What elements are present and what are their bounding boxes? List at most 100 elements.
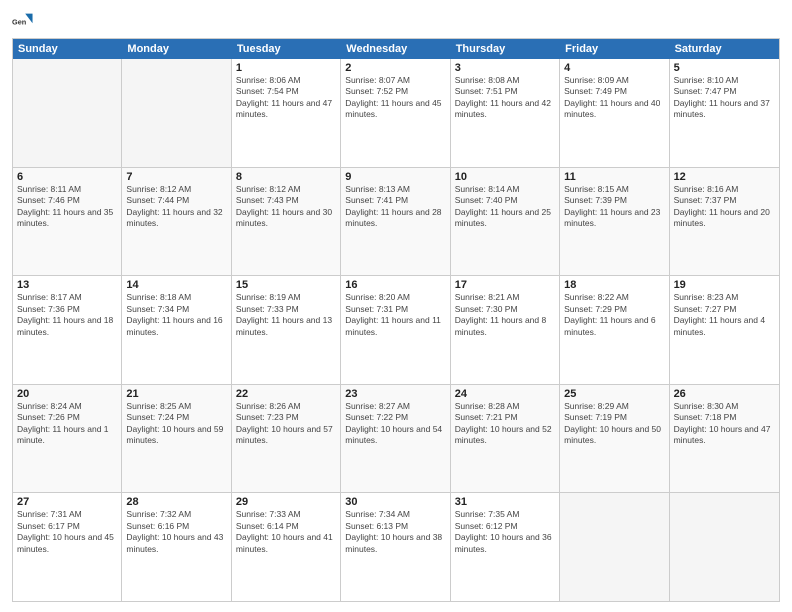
day-number: 1 — [236, 62, 336, 74]
cell-detail: Sunrise: 8:23 AM Sunset: 7:27 PM Dayligh… — [674, 292, 775, 338]
calendar-cell: 15Sunrise: 8:19 AM Sunset: 7:33 PM Dayli… — [232, 276, 341, 384]
cell-detail: Sunrise: 7:33 AM Sunset: 6:14 PM Dayligh… — [236, 509, 336, 555]
cell-detail: Sunrise: 8:12 AM Sunset: 7:44 PM Dayligh… — [126, 184, 226, 230]
day-number: 10 — [455, 171, 555, 183]
cell-detail: Sunrise: 8:09 AM Sunset: 7:49 PM Dayligh… — [564, 75, 664, 121]
day-number: 8 — [236, 171, 336, 183]
day-number: 9 — [345, 171, 445, 183]
cell-detail: Sunrise: 8:08 AM Sunset: 7:51 PM Dayligh… — [455, 75, 555, 121]
calendar-cell: 10Sunrise: 8:14 AM Sunset: 7:40 PM Dayli… — [451, 168, 560, 276]
day-number: 17 — [455, 279, 555, 291]
day-number: 30 — [345, 496, 445, 508]
calendar-cell: 26Sunrise: 8:30 AM Sunset: 7:18 PM Dayli… — [670, 385, 779, 493]
calendar-cell: 11Sunrise: 8:15 AM Sunset: 7:39 PM Dayli… — [560, 168, 669, 276]
calendar-cell — [13, 59, 122, 167]
calendar-cell: 4Sunrise: 8:09 AM Sunset: 7:49 PM Daylig… — [560, 59, 669, 167]
day-number: 12 — [674, 171, 775, 183]
cell-detail: Sunrise: 8:07 AM Sunset: 7:52 PM Dayligh… — [345, 75, 445, 121]
day-number: 5 — [674, 62, 775, 74]
calendar-row: 20Sunrise: 8:24 AM Sunset: 7:26 PM Dayli… — [13, 384, 779, 493]
day-number: 24 — [455, 388, 555, 400]
cell-detail: Sunrise: 8:28 AM Sunset: 7:21 PM Dayligh… — [455, 401, 555, 447]
calendar-cell: 31Sunrise: 7:35 AM Sunset: 6:12 PM Dayli… — [451, 493, 560, 601]
calendar-cell: 12Sunrise: 8:16 AM Sunset: 7:37 PM Dayli… — [670, 168, 779, 276]
calendar-cell: 30Sunrise: 7:34 AM Sunset: 6:13 PM Dayli… — [341, 493, 450, 601]
weekday-header: Friday — [560, 39, 669, 59]
cell-detail: Sunrise: 8:10 AM Sunset: 7:47 PM Dayligh… — [674, 75, 775, 121]
calendar-row: 1Sunrise: 8:06 AM Sunset: 7:54 PM Daylig… — [13, 59, 779, 167]
calendar-cell: 29Sunrise: 7:33 AM Sunset: 6:14 PM Dayli… — [232, 493, 341, 601]
cell-detail: Sunrise: 8:18 AM Sunset: 7:34 PM Dayligh… — [126, 292, 226, 338]
day-number: 2 — [345, 62, 445, 74]
weekday-header: Saturday — [670, 39, 779, 59]
cell-detail: Sunrise: 7:32 AM Sunset: 6:16 PM Dayligh… — [126, 509, 226, 555]
cell-detail: Sunrise: 8:14 AM Sunset: 7:40 PM Dayligh… — [455, 184, 555, 230]
day-number: 19 — [674, 279, 775, 291]
cell-detail: Sunrise: 8:25 AM Sunset: 7:24 PM Dayligh… — [126, 401, 226, 447]
calendar-row: 13Sunrise: 8:17 AM Sunset: 7:36 PM Dayli… — [13, 275, 779, 384]
cell-detail: Sunrise: 8:22 AM Sunset: 7:29 PM Dayligh… — [564, 292, 664, 338]
cell-detail: Sunrise: 8:26 AM Sunset: 7:23 PM Dayligh… — [236, 401, 336, 447]
cell-detail: Sunrise: 8:29 AM Sunset: 7:19 PM Dayligh… — [564, 401, 664, 447]
calendar-cell: 13Sunrise: 8:17 AM Sunset: 7:36 PM Dayli… — [13, 276, 122, 384]
day-number: 22 — [236, 388, 336, 400]
day-number: 13 — [17, 279, 117, 291]
cell-detail: Sunrise: 8:06 AM Sunset: 7:54 PM Dayligh… — [236, 75, 336, 121]
calendar-cell: 16Sunrise: 8:20 AM Sunset: 7:31 PM Dayli… — [341, 276, 450, 384]
page: Gen SundayMondayTuesdayWednesdayThursday… — [0, 0, 792, 612]
calendar-cell: 7Sunrise: 8:12 AM Sunset: 7:44 PM Daylig… — [122, 168, 231, 276]
day-number: 7 — [126, 171, 226, 183]
cell-detail: Sunrise: 8:13 AM Sunset: 7:41 PM Dayligh… — [345, 184, 445, 230]
cell-detail: Sunrise: 8:27 AM Sunset: 7:22 PM Dayligh… — [345, 401, 445, 447]
calendar-cell: 24Sunrise: 8:28 AM Sunset: 7:21 PM Dayli… — [451, 385, 560, 493]
cell-detail: Sunrise: 8:21 AM Sunset: 7:30 PM Dayligh… — [455, 292, 555, 338]
weekday-header: Wednesday — [341, 39, 450, 59]
cell-detail: Sunrise: 8:24 AM Sunset: 7:26 PM Dayligh… — [17, 401, 117, 447]
cell-detail: Sunrise: 7:34 AM Sunset: 6:13 PM Dayligh… — [345, 509, 445, 555]
cell-detail: Sunrise: 7:35 AM Sunset: 6:12 PM Dayligh… — [455, 509, 555, 555]
cell-detail: Sunrise: 8:16 AM Sunset: 7:37 PM Dayligh… — [674, 184, 775, 230]
calendar-cell: 22Sunrise: 8:26 AM Sunset: 7:23 PM Dayli… — [232, 385, 341, 493]
calendar-cell: 19Sunrise: 8:23 AM Sunset: 7:27 PM Dayli… — [670, 276, 779, 384]
header: Gen — [12, 10, 780, 32]
cell-detail: Sunrise: 8:30 AM Sunset: 7:18 PM Dayligh… — [674, 401, 775, 447]
calendar-cell — [122, 59, 231, 167]
calendar-cell: 5Sunrise: 8:10 AM Sunset: 7:47 PM Daylig… — [670, 59, 779, 167]
calendar-cell: 21Sunrise: 8:25 AM Sunset: 7:24 PM Dayli… — [122, 385, 231, 493]
day-number: 23 — [345, 388, 445, 400]
day-number: 3 — [455, 62, 555, 74]
calendar-cell: 3Sunrise: 8:08 AM Sunset: 7:51 PM Daylig… — [451, 59, 560, 167]
calendar-cell: 14Sunrise: 8:18 AM Sunset: 7:34 PM Dayli… — [122, 276, 231, 384]
weekday-header: Tuesday — [232, 39, 341, 59]
day-number: 27 — [17, 496, 117, 508]
weekday-header: Sunday — [13, 39, 122, 59]
calendar-cell: 28Sunrise: 7:32 AM Sunset: 6:16 PM Dayli… — [122, 493, 231, 601]
day-number: 18 — [564, 279, 664, 291]
calendar-cell: 2Sunrise: 8:07 AM Sunset: 7:52 PM Daylig… — [341, 59, 450, 167]
day-number: 21 — [126, 388, 226, 400]
calendar-cell: 18Sunrise: 8:22 AM Sunset: 7:29 PM Dayli… — [560, 276, 669, 384]
calendar-cell — [670, 493, 779, 601]
day-number: 29 — [236, 496, 336, 508]
calendar-cell: 20Sunrise: 8:24 AM Sunset: 7:26 PM Dayli… — [13, 385, 122, 493]
weekday-header: Thursday — [451, 39, 560, 59]
cell-detail: Sunrise: 8:11 AM Sunset: 7:46 PM Dayligh… — [17, 184, 117, 230]
day-number: 20 — [17, 388, 117, 400]
calendar-cell — [560, 493, 669, 601]
svg-text:Gen: Gen — [12, 18, 27, 27]
day-number: 15 — [236, 279, 336, 291]
calendar-row: 6Sunrise: 8:11 AM Sunset: 7:46 PM Daylig… — [13, 167, 779, 276]
calendar-cell: 6Sunrise: 8:11 AM Sunset: 7:46 PM Daylig… — [13, 168, 122, 276]
cell-detail: Sunrise: 8:15 AM Sunset: 7:39 PM Dayligh… — [564, 184, 664, 230]
day-number: 11 — [564, 171, 664, 183]
cell-detail: Sunrise: 7:31 AM Sunset: 6:17 PM Dayligh… — [17, 509, 117, 555]
logo-icon: Gen — [12, 10, 34, 32]
logo: Gen — [12, 10, 38, 32]
calendar-cell: 1Sunrise: 8:06 AM Sunset: 7:54 PM Daylig… — [232, 59, 341, 167]
calendar-cell: 9Sunrise: 8:13 AM Sunset: 7:41 PM Daylig… — [341, 168, 450, 276]
day-number: 26 — [674, 388, 775, 400]
calendar-cell: 17Sunrise: 8:21 AM Sunset: 7:30 PM Dayli… — [451, 276, 560, 384]
weekday-header: Monday — [122, 39, 231, 59]
day-number: 31 — [455, 496, 555, 508]
calendar-row: 27Sunrise: 7:31 AM Sunset: 6:17 PM Dayli… — [13, 492, 779, 601]
